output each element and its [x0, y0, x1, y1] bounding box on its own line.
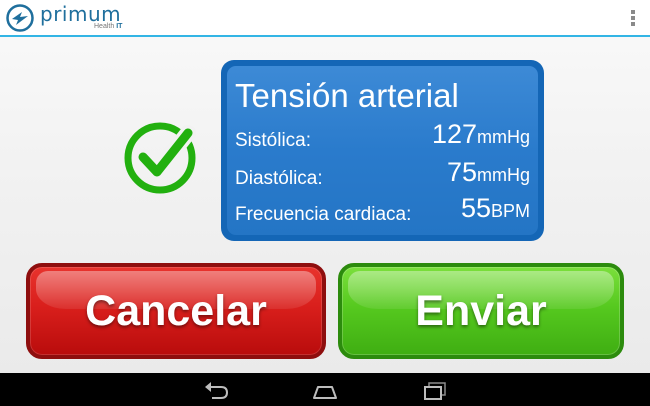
systolic-row: Sistólica: 127mmHg	[235, 119, 530, 154]
diastolic-value: 75mmHg	[447, 157, 530, 192]
checkmark-circle-icon	[124, 122, 196, 194]
diastolic-unit: mmHg	[477, 165, 530, 185]
cancel-button[interactable]: Cancelar	[26, 263, 326, 359]
heart-rate-unit: BPM	[490, 201, 530, 221]
heart-rate-label: Frecuencia cardiaca:	[235, 204, 412, 225]
systolic-number: 127	[431, 119, 477, 149]
blood-pressure-card: Tensión arterial Sistólica: 127mmHg Dias…	[221, 60, 544, 241]
blood-pressure-card-body: Tensión arterial Sistólica: 127mmHg Dias…	[227, 66, 538, 235]
card-title: Tensión arterial	[235, 77, 459, 114]
brand-subtitle: Health IT	[94, 23, 122, 31]
diastolic-row: Diastólica: 75mmHg	[235, 157, 530, 192]
heart-rate-number: 55	[460, 193, 491, 223]
systolic-unit: mmHg	[477, 127, 530, 147]
brand-sub-suffix: IT	[116, 23, 123, 30]
send-button[interactable]: Enviar	[338, 263, 624, 359]
cancel-button-label: Cancelar	[85, 286, 267, 335]
brand-sub-text: Health	[94, 23, 115, 30]
primum-logo-icon	[6, 4, 34, 32]
heart-rate-row: Frecuencia cardiaca: 55BPM	[235, 193, 530, 228]
systolic-label: Sistólica:	[235, 130, 312, 151]
heart-rate-value: 55BPM	[461, 193, 530, 228]
action-bar: primum Health IT	[0, 0, 650, 37]
systolic-value: 127mmHg	[432, 119, 530, 154]
home-icon[interactable]	[310, 379, 340, 401]
system-nav-bar	[0, 373, 650, 406]
back-icon[interactable]	[201, 379, 231, 401]
send-button-label: Enviar	[415, 286, 547, 335]
diastolic-label: Diastólica:	[235, 168, 323, 189]
recent-apps-icon[interactable]	[420, 379, 450, 401]
diastolic-number: 75	[446, 157, 477, 187]
app-logo: primum Health IT	[6, 2, 136, 32]
overflow-menu-icon[interactable]	[630, 10, 636, 26]
